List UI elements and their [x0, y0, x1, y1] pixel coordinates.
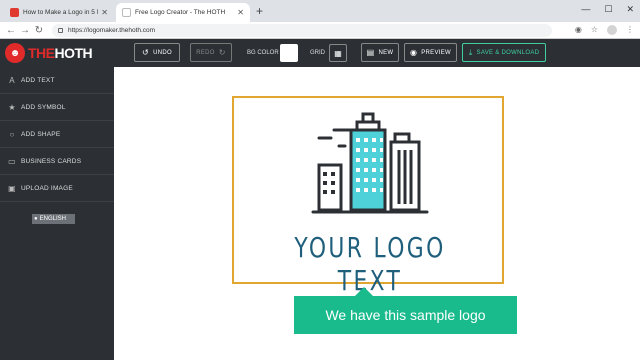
globe-icon: ●: [34, 216, 38, 222]
tools-sidebar: A ADD TEXT ★ ADD SYMBOL ○ ADD SHAPE ▭ BU…: [0, 67, 114, 360]
reload-icon[interactable]: ↻: [32, 25, 46, 36]
menu-kebab-icon[interactable]: ⋮: [626, 25, 634, 35]
forward-arrow-icon[interactable]: →: [18, 25, 32, 36]
tab-title: How to Make a Logo in 5 Minut...: [23, 9, 98, 16]
bg-color-label: BG COLOR: [247, 50, 279, 56]
sidebar-item-upload-image[interactable]: ▣ UPLOAD IMAGE: [0, 175, 114, 202]
design-canvas[interactable]: YOUR LOGO TEXT We have this sample logo: [114, 67, 640, 360]
app-header: ☻ THEHOTH ↺ UNDO REDO ↻ BG COLOR GRID ▦ …: [0, 39, 640, 67]
sample-logo-callout: We have this sample logo: [294, 296, 517, 334]
sidebar-item-business-cards[interactable]: ▭ BUSINESS CARDS: [0, 148, 114, 175]
url-field[interactable]: https://logomaker.thehoth.com: [52, 24, 552, 37]
thehoth-logo[interactable]: ☻ THEHOTH: [5, 43, 93, 63]
new-button[interactable]: ▤ NEW: [361, 43, 399, 62]
grid-icon: ▦: [334, 48, 342, 58]
back-arrow-icon[interactable]: ←: [4, 25, 18, 36]
tab-how-to-make-logo[interactable]: How to Make a Logo in 5 Minut... ✕: [4, 3, 114, 22]
close-tab-icon[interactable]: ✕: [237, 8, 244, 17]
language-selector[interactable]: ● ENGLISH: [32, 214, 75, 224]
tab-title: Free Logo Creator - The HOTH: [135, 9, 226, 16]
hoth-mascot-icon: ☻: [5, 43, 25, 63]
city-buildings-icon: [311, 112, 429, 214]
logo-wordmark: THEHOTH: [28, 45, 93, 61]
card-icon: ▭: [8, 156, 16, 166]
sidebar-item-add-shape[interactable]: ○ ADD SHAPE: [0, 121, 114, 148]
youtube-favicon-icon: [10, 8, 19, 17]
lock-icon: [58, 28, 63, 33]
extension-icon[interactable]: ◉: [575, 25, 582, 35]
grid-toggle-button[interactable]: ▦: [329, 44, 347, 62]
circle-icon: ○: [9, 129, 15, 139]
window-controls: — ☐ ✕: [581, 4, 634, 15]
preview-button[interactable]: ◉ PREVIEW: [404, 43, 457, 62]
url-text: https://logomaker.thehoth.com: [68, 27, 156, 34]
minimize-icon[interactable]: —: [581, 4, 590, 15]
redo-button[interactable]: REDO ↻: [190, 43, 232, 62]
star-icon: ★: [8, 102, 16, 112]
download-icon: ⤓: [468, 47, 473, 57]
address-bar-icons: ◉ ☆ ⋮: [575, 25, 634, 35]
profile-avatar-icon[interactable]: [607, 25, 617, 35]
close-window-icon[interactable]: ✕: [626, 4, 634, 15]
bookmark-star-icon[interactable]: ☆: [591, 25, 598, 35]
grid-label: GRID: [310, 50, 325, 56]
maximize-icon[interactable]: ☐: [604, 4, 612, 15]
new-document-icon: ▤: [366, 48, 375, 57]
close-tab-icon[interactable]: ✕: [101, 8, 108, 17]
sidebar-item-add-symbol[interactable]: ★ ADD SYMBOL: [0, 94, 114, 121]
text-icon: A: [9, 75, 15, 85]
eye-icon: ◉: [409, 48, 418, 57]
logo-preview[interactable]: YOUR LOGO TEXT: [232, 96, 504, 297]
address-bar: ← → ↻ https://logomaker.thehoth.com ◉ ☆ …: [0, 22, 640, 39]
save-download-button[interactable]: ⤓ SAVE & DOWNLOAD: [462, 43, 546, 62]
undo-icon: ↺: [142, 48, 150, 57]
browser-tab-strip: How to Make a Logo in 5 Minut... ✕ Free …: [0, 0, 640, 22]
undo-button[interactable]: ↺ UNDO: [134, 43, 180, 62]
redo-icon: ↻: [218, 48, 226, 57]
tab-free-logo-creator[interactable]: Free Logo Creator - The HOTH ✕: [116, 3, 250, 22]
image-icon: ▣: [8, 183, 16, 193]
sidebar-item-add-text[interactable]: A ADD TEXT: [0, 67, 114, 94]
page-favicon-icon: [122, 8, 131, 17]
new-tab-button[interactable]: +: [256, 4, 263, 18]
bg-color-swatch[interactable]: [280, 44, 298, 62]
